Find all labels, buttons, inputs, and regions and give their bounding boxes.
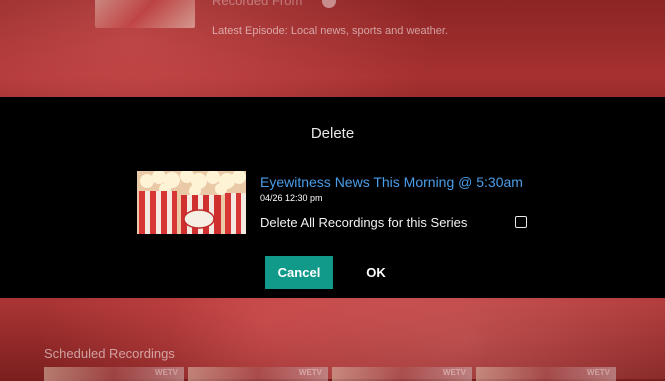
background-top-title: Recorded From — [212, 0, 303, 8]
delete-dialog: Delete Eyewitness News This Morning @ 5:… — [0, 97, 665, 298]
cancel-button[interactable]: Cancel — [265, 256, 333, 289]
recording-thumbnail — [137, 171, 246, 234]
popcorn-image — [137, 171, 246, 234]
dialog-title: Delete — [310, 125, 355, 142]
delete-series-checkbox[interactable] — [515, 216, 527, 228]
background-latest-episode: Latest Episode: Local news, sports and w… — [212, 25, 449, 37]
ok-button[interactable]: OK — [355, 256, 397, 289]
recording-title[interactable]: Eyewitness News This Morning @ 5:30am — [260, 174, 523, 190]
recording-datetime: 04/26 12:30 pm — [260, 193, 323, 203]
delete-series-label: Delete All Recordings for this Series — [260, 215, 468, 230]
background-show-thumbnail — [95, 0, 195, 28]
background-section-title: Scheduled Recordings — [44, 346, 175, 361]
